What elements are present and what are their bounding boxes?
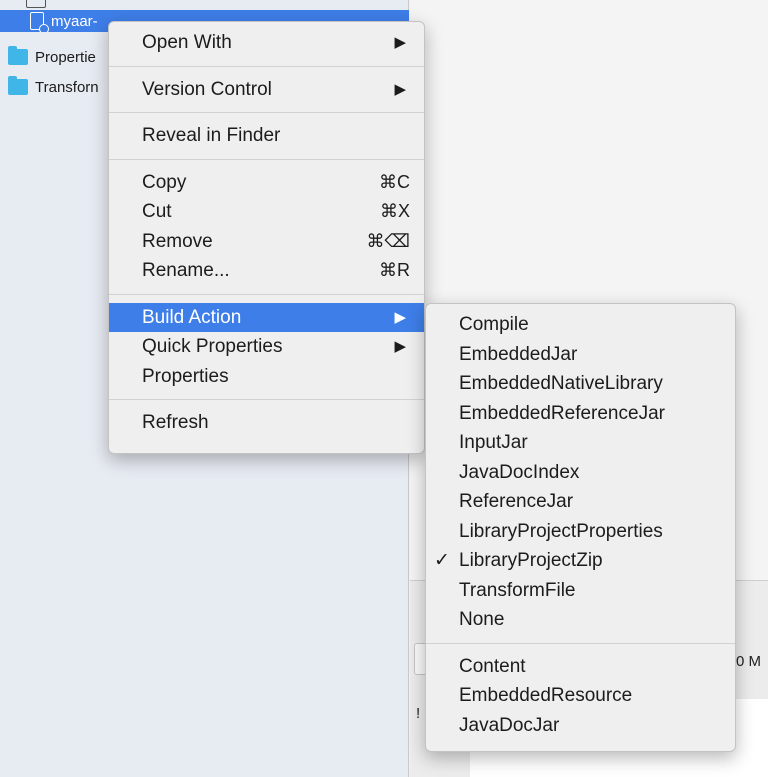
submenu-item-libraryprojectzip[interactable]: ✓ LibraryProjectZip — [426, 546, 735, 576]
menu-item-label: Quick Properties — [142, 336, 283, 357]
build-action-submenu: Compile EmbeddedJar EmbeddedNativeLibrar… — [425, 303, 736, 752]
submenu-item-label: Content — [459, 655, 526, 677]
menu-item-copy[interactable]: Copy ⌘C — [109, 168, 424, 198]
submenu-arrow-icon: ▶ — [394, 34, 406, 51]
menu-item-label: Build Action — [142, 306, 242, 328]
menu-item-label: Refresh — [142, 412, 209, 433]
menu-separator — [109, 112, 424, 113]
submenu-item-javadocjar[interactable]: JavaDocJar — [426, 711, 735, 741]
submenu-item-embeddednativelibrary[interactable]: EmbeddedNativeLibrary — [426, 369, 735, 399]
submenu-item-embeddedreferencejar[interactable]: EmbeddedReferenceJar — [426, 399, 735, 429]
menu-separator — [109, 158, 424, 160]
menu-item-label: Copy — [142, 171, 187, 193]
menu-item-label: Remove — [142, 230, 213, 252]
menu-item-version-control[interactable]: Version Control ▶ — [109, 75, 424, 105]
submenu-item-label: ReferenceJar — [459, 491, 574, 512]
menu-item-cut[interactable]: Cut ⌘X — [109, 197, 424, 227]
menu-item-label: Rename... — [142, 260, 230, 281]
menu-separator — [109, 293, 424, 295]
submenu-item-none[interactable]: None — [426, 605, 735, 635]
submenu-item-label: EmbeddedResource — [459, 685, 633, 706]
menu-item-label: Cut — [142, 201, 172, 222]
submenu-item-content[interactable]: Content — [426, 652, 735, 682]
menu-item-rename[interactable]: Rename... ⌘R — [109, 256, 424, 286]
submenu-item-referencejar[interactable]: ReferenceJar — [426, 487, 735, 517]
submenu-item-embeddedresource[interactable]: EmbeddedResource — [426, 681, 735, 711]
menu-item-label: Properties — [142, 365, 229, 387]
shortcut-label: ⌘⌫ — [366, 230, 410, 251]
tree-item-transforms[interactable]: Transforn — [0, 76, 108, 98]
menu-item-refresh[interactable]: Refresh — [109, 408, 424, 438]
menu-separator — [109, 399, 424, 400]
submenu-item-compile[interactable]: Compile — [426, 310, 735, 340]
shortcut-label: ⌘X — [379, 201, 410, 221]
submenu-item-label: JavaDocJar — [459, 714, 560, 736]
submenu-item-label: TransformFile — [459, 579, 576, 601]
submenu-arrow-icon: ▶ — [394, 338, 406, 355]
menu-separator — [426, 642, 735, 644]
submenu-item-label: JavaDocIndex — [459, 461, 580, 483]
submenu-item-label: LibraryProjectProperties — [459, 520, 663, 542]
menu-item-label: Reveal in Finder — [142, 125, 281, 146]
bottom-panel-text: ! — [416, 705, 421, 722]
context-menu: Open With ▶ Version Control ▶ Reveal in … — [108, 21, 425, 454]
submenu-item-label: InputJar — [459, 432, 528, 453]
submenu-item-libraryprojectproperties[interactable]: LibraryProjectProperties — [426, 517, 735, 547]
submenu-item-label: LibraryProjectZip — [459, 550, 603, 571]
submenu-item-javadocindex[interactable]: JavaDocIndex — [426, 458, 735, 488]
shortcut-label: ⌘R — [379, 260, 410, 280]
menu-item-remove[interactable]: Remove ⌘⌫ — [109, 227, 424, 257]
folder-icon — [8, 46, 28, 65]
menu-item-reveal-in-finder[interactable]: Reveal in Finder — [109, 121, 424, 151]
submenu-item-embeddedjar[interactable]: EmbeddedJar — [426, 340, 735, 370]
submenu-item-inputjar[interactable]: InputJar — [426, 428, 735, 458]
shortcut-label: ⌘C — [379, 171, 410, 192]
submenu-item-label: None — [459, 609, 505, 630]
submenu-item-transformfile[interactable]: TransformFile — [426, 576, 735, 606]
submenu-item-label: Compile — [459, 314, 529, 335]
folder-icon — [8, 76, 28, 95]
tree-item-label: Propertie — [35, 48, 96, 66]
menu-item-quick-properties[interactable]: Quick Properties ▶ — [109, 332, 424, 362]
menu-item-properties[interactable]: Properties — [109, 362, 424, 392]
submenu-arrow-icon: ▶ — [394, 308, 406, 326]
file-icon — [30, 12, 49, 32]
menu-item-label: Open With — [142, 32, 232, 53]
menu-item-open-with[interactable]: Open With ▶ — [109, 28, 424, 58]
tree-item-label: Transforn — [35, 78, 99, 96]
menu-separator — [109, 65, 424, 67]
menu-item-build-action[interactable]: Build Action ▶ — [109, 302, 424, 332]
submenu-item-label: EmbeddedNativeLibrary — [459, 373, 663, 394]
submenu-item-label: EmbeddedReferenceJar — [459, 402, 665, 424]
submenu-arrow-icon: ▶ — [394, 80, 406, 98]
bottom-panel-text: 0 M — [736, 653, 762, 670]
tree-item-label: myaar- — [51, 12, 98, 30]
menu-item-label: Version Control — [142, 78, 272, 100]
partial-icon — [26, 0, 46, 8]
checkmark-icon: ✓ — [434, 550, 450, 571]
submenu-item-label: EmbeddedJar — [459, 343, 578, 365]
tree-item-properties[interactable]: Propertie — [0, 46, 108, 68]
file-badge-icon — [39, 24, 49, 32]
